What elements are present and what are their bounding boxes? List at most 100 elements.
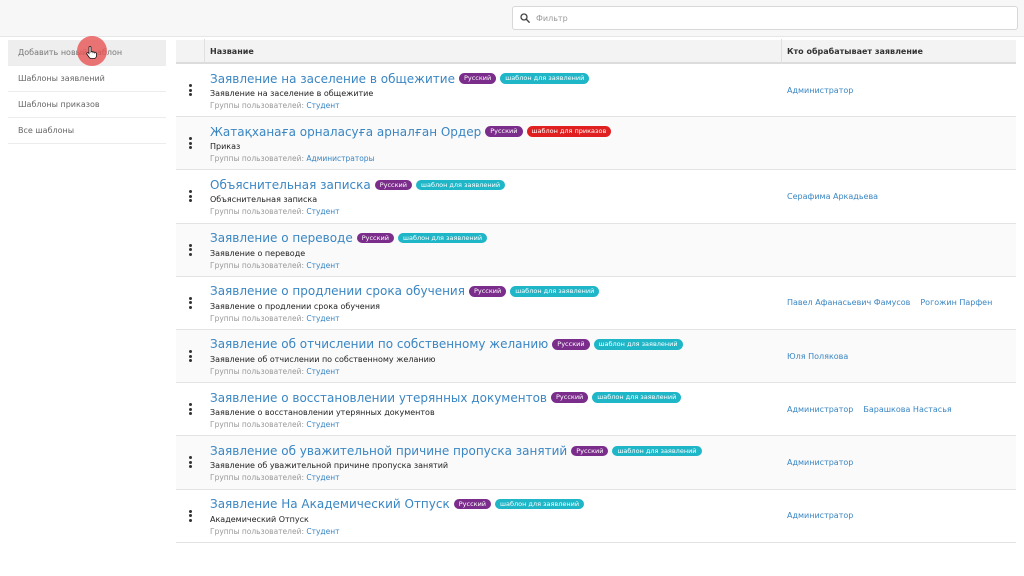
search-icon <box>520 13 530 23</box>
template-title-link[interactable]: Жатақханаға орналасуға арналған Ордер <box>210 125 481 139</box>
template-type-badge: шаблон для заявлений <box>495 498 585 510</box>
handler-link[interactable]: Администратор <box>787 86 853 95</box>
row-handlers-cell: Администратор <box>782 64 1016 116</box>
row-menu-cell <box>176 490 205 542</box>
template-description: Заявление о продлении срока обучения <box>210 301 380 311</box>
language-badge: Русский <box>571 445 609 457</box>
kebab-menu-icon[interactable] <box>186 454 195 470</box>
user-groups-label: Группы пользователей: <box>210 260 304 270</box>
template-description: Приказ <box>210 142 241 152</box>
row-name-cell: Заявление На Академический Отпуск Русский… <box>205 490 782 542</box>
user-group-link[interactable]: Студент <box>306 314 339 323</box>
user-group-link[interactable]: Студент <box>306 261 339 270</box>
template-title-link[interactable]: Заявление о восстановлении утерянных док… <box>210 391 547 405</box>
header-name: Название <box>205 39 782 63</box>
top-bar <box>0 0 1024 37</box>
user-group-link[interactable]: Студент <box>306 420 339 429</box>
template-title-link[interactable]: Заявление об отчислении по собственному … <box>210 337 548 351</box>
sidebar-item[interactable]: Шаблоны заявлений <box>8 66 166 92</box>
table-row: Заявление На Академический Отпуск Русский… <box>176 490 1016 543</box>
row-handlers-cell: Администратор <box>782 436 1016 488</box>
table-body: Заявление на заселение в общежитие Русски… <box>176 64 1016 543</box>
user-group-link[interactable]: Студент <box>306 101 339 110</box>
row-menu-cell <box>176 277 205 329</box>
user-groups: Группы пользователей: Студент <box>210 207 782 216</box>
template-title-link[interactable]: Заявление На Академический Отпуск <box>210 497 450 511</box>
row-handlers-cell: Администратор Барашкова Настасья <box>782 383 1016 435</box>
filter-box[interactable] <box>512 6 1018 30</box>
kebab-menu-icon[interactable] <box>186 82 195 98</box>
template-description: Заявление об отчислении по собственному … <box>210 354 436 364</box>
row-name-cell: Жатақханаға орналасуға арналған Ордер Рус… <box>205 117 782 169</box>
user-groups: Группы пользователей: Администраторы <box>210 154 782 163</box>
user-groups: Группы пользователей: Студент <box>210 527 782 536</box>
user-groups: Группы пользователей: Студент <box>210 420 782 429</box>
template-title-link[interactable]: Заявление на заселение в общежитие <box>210 72 455 86</box>
user-groups-label: Группы пользователей: <box>210 154 304 164</box>
template-type-badge: шаблон для приказов <box>526 126 612 137</box>
template-title-link[interactable]: Заявление об уважительной причине пропус… <box>210 444 567 458</box>
language-badge: Русский <box>458 73 497 84</box>
user-groups: Группы пользователей: Студент <box>210 101 782 110</box>
hand-cursor-icon <box>86 46 97 59</box>
kebab-menu-icon[interactable] <box>186 348 195 364</box>
handler-link[interactable]: Администратор <box>787 405 853 414</box>
row-menu-cell <box>176 330 205 382</box>
row-handlers-cell: Юля Полякова <box>782 330 1016 382</box>
user-groups-label: Группы пользователей: <box>210 101 304 110</box>
sidebar-item[interactable]: Шаблоны приказов <box>8 92 166 118</box>
template-type-badge: шаблон для заявлений <box>500 73 590 84</box>
user-groups-label: Группы пользователей: <box>210 473 304 483</box>
template-description: Заявление о восстановлении утерянных док… <box>210 408 435 418</box>
template-description: Заявление на заселение в общежитие <box>210 89 374 98</box>
kebab-menu-icon[interactable] <box>186 135 195 151</box>
user-group-link[interactable]: Студент <box>306 367 339 376</box>
user-groups-label: Группы пользователей: <box>210 526 304 536</box>
template-description: Академический Отпуск <box>210 514 309 524</box>
handler-link[interactable]: Барашкова Настасья <box>863 405 951 414</box>
row-menu-cell <box>176 117 205 169</box>
table-row: Объяснительная записка Русский шаблон для … <box>176 170 1016 224</box>
kebab-menu-icon[interactable] <box>186 401 195 417</box>
kebab-menu-icon[interactable] <box>186 508 195 524</box>
user-groups-label: Группы пользователей: <box>210 313 304 323</box>
header-who: Кто обрабатывает заявление <box>787 46 923 56</box>
user-groups-label: Группы пользователей: <box>210 366 304 376</box>
kebab-menu-icon[interactable] <box>186 188 195 204</box>
table-row: Заявление о восстановлении утерянных док… <box>176 383 1016 437</box>
template-title-link[interactable]: Заявление о переводе <box>210 231 353 245</box>
row-handlers-cell: Серафима Аркадьева <box>782 170 1016 222</box>
handler-link[interactable]: Юля Полякова <box>787 352 848 361</box>
user-group-link[interactable]: Администраторы <box>306 154 374 163</box>
row-menu-cell <box>176 436 205 488</box>
row-menu-cell <box>176 224 205 276</box>
sidebar-item[interactable]: Все шаблоны <box>8 118 166 144</box>
handler-link[interactable]: Администратор <box>787 511 853 520</box>
language-badge: Русский <box>468 286 507 297</box>
handler-link[interactable]: Павел Афанасьевич Фамусов <box>787 298 910 307</box>
row-menu-cell <box>176 383 205 435</box>
template-type-badge: шаблон для заявлений <box>416 179 506 191</box>
handler-link[interactable]: Рогожин Парфен <box>920 298 992 307</box>
template-title-link[interactable]: Заявление о продлении срока обучения <box>210 284 465 298</box>
row-handlers-cell: Администратор <box>782 490 1016 542</box>
handler-link[interactable]: Серафима Аркадьева <box>787 192 878 201</box>
user-group-link[interactable]: Студент <box>306 527 339 536</box>
filter-input[interactable] <box>536 13 976 23</box>
kebab-menu-icon[interactable] <box>186 295 195 311</box>
row-name-cell: Заявление об отчислении по собственному … <box>205 330 782 382</box>
template-title-link[interactable]: Объяснительная записка <box>210 178 371 192</box>
table-row: Заявление о продлении срока обучения Русс… <box>176 277 1016 330</box>
kebab-menu-icon[interactable] <box>186 242 195 258</box>
handler-link[interactable]: Администратор <box>787 458 853 467</box>
row-menu-cell <box>176 64 205 116</box>
row-menu-cell <box>176 170 205 222</box>
user-group-link[interactable]: Студент <box>306 207 339 216</box>
user-groups: Группы пользователей: Студент <box>210 473 782 482</box>
table-row: Заявление об отчислении по собственному … <box>176 329 1016 384</box>
user-group-link[interactable]: Студент <box>306 473 339 482</box>
template-type-badge: шаблон для заявлений <box>510 286 600 297</box>
table-header: Название Кто обрабатывает заявление <box>176 39 1016 64</box>
row-name-cell: Заявление о восстановлении утерянных док… <box>205 383 782 435</box>
user-groups-label: Группы пользователей: <box>210 207 304 217</box>
